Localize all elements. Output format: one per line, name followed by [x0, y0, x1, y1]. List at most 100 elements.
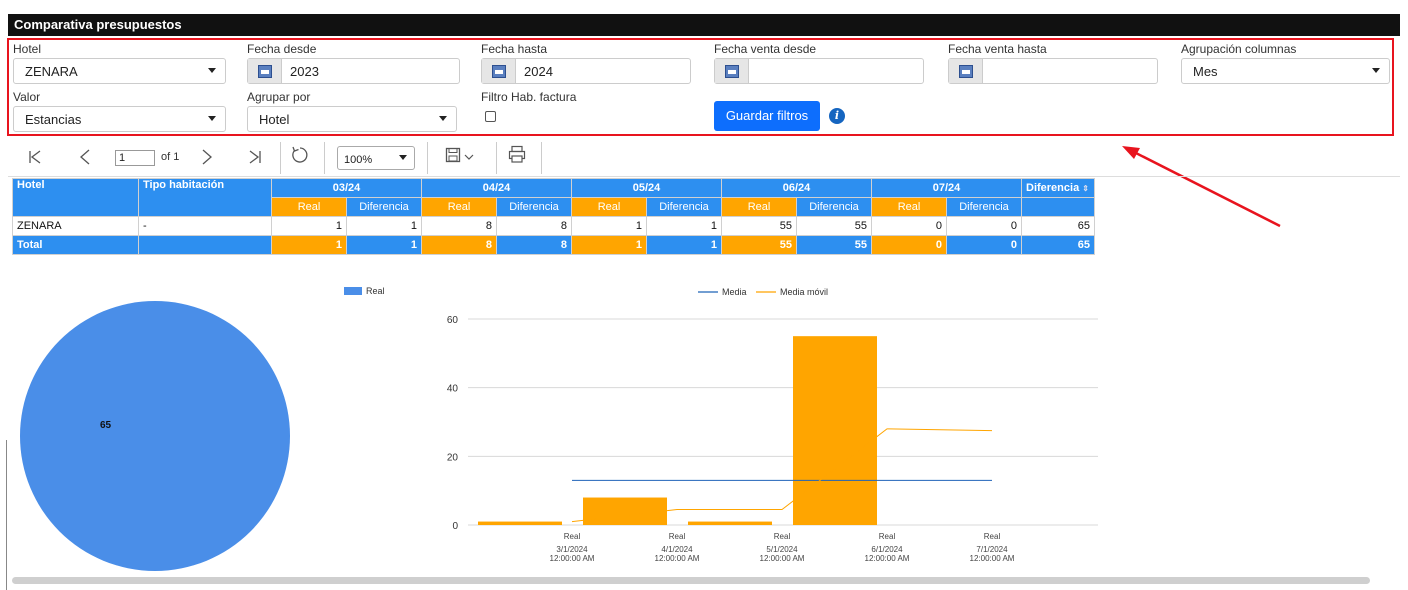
- x-tick-time-label: 12:00:00 AM: [760, 554, 805, 563]
- bar: [583, 497, 667, 525]
- x-series-label: Real: [984, 532, 1001, 541]
- y-tick-label: 60: [447, 315, 459, 326]
- x-series-label: Real: [564, 532, 581, 541]
- cell-real: 1: [571, 216, 647, 236]
- header-hotel[interactable]: Hotel: [12, 178, 139, 217]
- bar-chart: Media Media móvil 0204060 Real3/1/202412:…: [447, 287, 1098, 563]
- bar: [478, 521, 562, 525]
- x-tick-time-label: 12:00:00 AM: [970, 554, 1015, 563]
- cell-real: 55: [721, 235, 797, 255]
- x-tick-label: 7/1/2024: [976, 545, 1008, 554]
- cell-diferencia: 55: [796, 235, 872, 255]
- cell-diferencia: 8: [496, 216, 572, 236]
- filtro-hab-factura-label: Filtro Hab. factura: [481, 90, 577, 104]
- pie-slice: [20, 301, 290, 571]
- subheader-empty: [1021, 197, 1095, 217]
- x-series-label: Real: [879, 532, 896, 541]
- cell-diferencia: 55: [796, 216, 872, 236]
- fecha-desde-field[interactable]: 2023: [247, 58, 460, 84]
- page-count: of 1: [161, 151, 180, 163]
- calendar-icon[interactable]: [715, 59, 749, 83]
- cell-real: 8: [421, 235, 497, 255]
- header-month: 06/24: [721, 178, 872, 198]
- sort-icon[interactable]: ⇕: [1082, 184, 1089, 193]
- header-month: 04/24: [421, 178, 572, 198]
- toolbar-divider: [280, 142, 281, 174]
- valor-select-value: Estancias: [25, 112, 82, 127]
- fecha-venta-desde-label: Fecha venta desde: [714, 42, 817, 56]
- cell-real: 0: [871, 216, 947, 236]
- header-tipo-habitacion[interactable]: Tipo habitación: [138, 178, 272, 217]
- header-diferencia[interactable]: Diferencia ⇕: [1021, 178, 1095, 198]
- valor-select[interactable]: Estancias: [13, 106, 226, 132]
- cell-diferencia: 8: [496, 235, 572, 255]
- header-month: 07/24: [871, 178, 1022, 198]
- cell-diferencia-total: 65: [1021, 235, 1095, 255]
- cell-real: 55: [721, 216, 797, 236]
- save-icon[interactable]: [445, 147, 475, 165]
- cell-diferencia: 1: [346, 216, 422, 236]
- last-page-icon[interactable]: [248, 150, 262, 164]
- fecha-venta-desde-field[interactable]: [714, 58, 924, 84]
- toolbar-divider: [496, 142, 497, 174]
- prev-page-icon[interactable]: [78, 148, 92, 166]
- fecha-venta-hasta-label: Fecha venta hasta: [948, 42, 1047, 56]
- fecha-desde-value: 2023: [290, 64, 319, 79]
- bar: [688, 521, 772, 525]
- cell-real: 1: [571, 235, 647, 255]
- x-tick-time-label: 12:00:00 AM: [865, 554, 910, 563]
- agrupar-por-select[interactable]: Hotel: [247, 106, 457, 132]
- zoom-select[interactable]: 100%: [337, 146, 415, 170]
- chevron-down-icon: [208, 116, 216, 121]
- toolbar-divider: [324, 142, 325, 174]
- agrupacion-columnas-value: Mes: [1193, 64, 1218, 79]
- cell-diferencia: 1: [346, 235, 422, 255]
- info-icon[interactable]: i: [829, 108, 845, 124]
- cell-diferencia: 1: [646, 235, 722, 255]
- calendar-icon[interactable]: [482, 59, 516, 83]
- x-tick-time-label: 12:00:00 AM: [655, 554, 700, 563]
- header-diferencia-label: Diferencia: [1026, 182, 1080, 194]
- chevron-down-icon: [1372, 68, 1380, 73]
- pie-data-label: 65: [100, 420, 112, 431]
- x-tick-label: 6/1/2024: [871, 545, 903, 554]
- agrupar-por-label: Agrupar por: [247, 90, 311, 104]
- cell-real: 1: [271, 235, 347, 255]
- subheader-diferencia: Diferencia: [346, 197, 422, 217]
- chevron-down-icon: [399, 155, 407, 160]
- data-table: Hotel Tipo habitación 03/24 04/24 05/24 …: [12, 178, 1095, 255]
- filtro-hab-factura-checkbox[interactable]: [485, 111, 496, 122]
- fecha-hasta-field[interactable]: 2024: [481, 58, 691, 84]
- page-number-input[interactable]: 1: [115, 150, 155, 166]
- subheader-real: Real: [721, 197, 797, 217]
- horizontal-scrollbar[interactable]: [12, 577, 1370, 584]
- fecha-venta-hasta-field[interactable]: [948, 58, 1158, 84]
- first-page-icon[interactable]: [28, 150, 42, 164]
- y-tick-label: 0: [452, 521, 458, 532]
- calendar-icon[interactable]: [248, 59, 282, 83]
- legend-media-label: Media: [722, 287, 747, 297]
- x-series-label: Real: [669, 532, 686, 541]
- report-toolbar: 1 of 1 100%: [8, 140, 1400, 177]
- page-title: Comparativa presupuestos: [8, 14, 1400, 36]
- next-page-icon[interactable]: [200, 148, 214, 166]
- y-tick-label: 40: [447, 384, 459, 395]
- print-icon[interactable]: [508, 145, 526, 165]
- fecha-hasta-value: 2024: [524, 64, 553, 79]
- calendar-icon[interactable]: [949, 59, 983, 83]
- table-total-row: Total 1 1 8 8 1 1 55 55 0 0 65: [12, 235, 1095, 255]
- bar: [793, 336, 877, 525]
- valor-label: Valor: [13, 90, 41, 104]
- guardar-filtros-button[interactable]: Guardar filtros: [714, 101, 820, 131]
- agrupacion-columnas-select[interactable]: Mes: [1181, 58, 1390, 84]
- cell-diferencia: 0: [946, 216, 1022, 236]
- pie-legend-swatch: [344, 287, 362, 295]
- chevron-down-icon: [439, 116, 447, 121]
- x-tick-label: 4/1/2024: [661, 545, 693, 554]
- pie-legend-label: Real: [366, 286, 385, 296]
- cell-total-label: Total: [12, 235, 139, 255]
- refresh-icon[interactable]: [290, 145, 310, 165]
- fecha-hasta-label: Fecha hasta: [481, 42, 548, 56]
- subheader-real: Real: [421, 197, 497, 217]
- hotel-select[interactable]: ZENARA: [13, 58, 226, 84]
